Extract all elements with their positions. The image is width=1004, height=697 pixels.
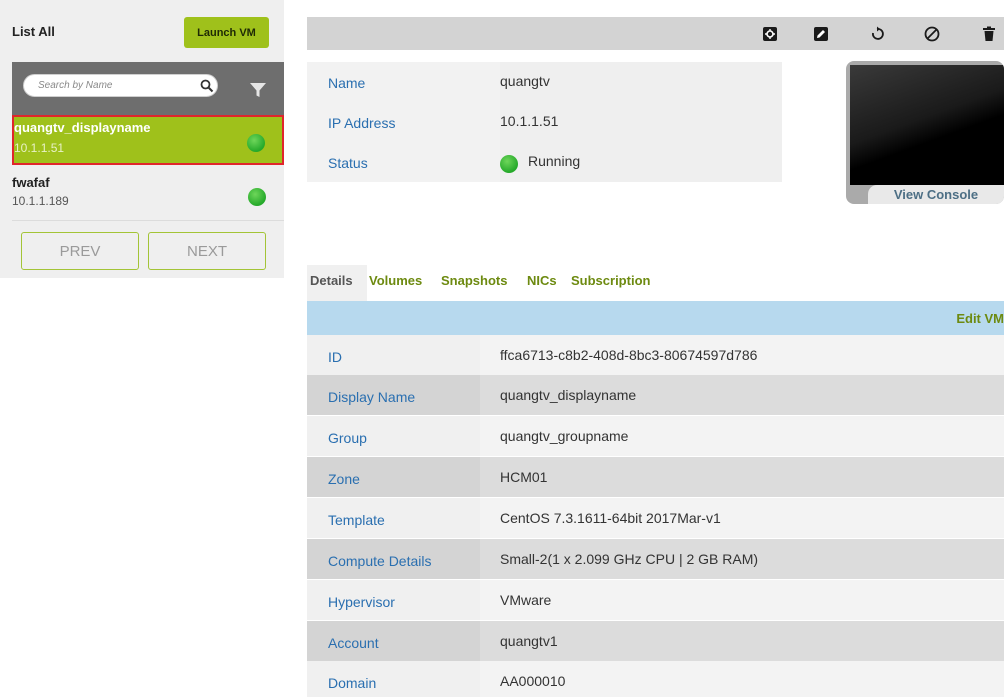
detail-row-group: Group quangtv_groupname xyxy=(307,416,1004,456)
detail-value: AA000010 xyxy=(500,673,566,689)
detail-value: ffca6713-c8b2-408d-8bc3-80674597d786 xyxy=(500,347,758,363)
detail-label: Domain xyxy=(328,675,377,691)
console-thumbnail[interactable]: View Console xyxy=(846,61,1004,204)
vm-list-item-selected[interactable]: quangtv_displayname 10.1.1.51 xyxy=(12,115,284,165)
detail-row-template: Template CentOS 7.3.1611-64bit 2017Mar-v… xyxy=(307,498,1004,538)
detail-row-hypervisor: Hypervisor VMware xyxy=(307,580,1004,620)
console-icon[interactable] xyxy=(761,25,779,43)
detail-value: quangtv_displayname xyxy=(500,387,637,403)
detail-label: Hypervisor xyxy=(328,594,395,610)
detail-row-zone: Zone HCM01 xyxy=(307,457,1004,497)
tab-details[interactable]: Details xyxy=(310,273,353,288)
detail-label: ID xyxy=(328,349,342,365)
summary-value-cell: 10.1.1.51 xyxy=(500,102,782,142)
detail-value-cell xyxy=(480,621,1004,661)
tab-volumes[interactable]: Volumes xyxy=(369,273,422,288)
search-bar xyxy=(12,62,284,115)
running-status-icon xyxy=(248,188,266,206)
vm-action-toolbar xyxy=(307,17,1004,50)
summary-ip-label: IP Address xyxy=(328,115,396,131)
detail-value: quangtv1 xyxy=(500,633,558,649)
detail-value: quangtv_groupname xyxy=(500,428,629,444)
list-all-title: List All xyxy=(12,24,55,39)
detail-label: Display Name xyxy=(328,389,416,405)
detail-value: HCM01 xyxy=(500,469,548,485)
summary-value-cell: Running xyxy=(500,142,782,182)
search-input[interactable] xyxy=(38,78,188,93)
detail-label: Template xyxy=(328,512,385,528)
vm-item-ip: 10.1.1.51 xyxy=(14,141,65,155)
vm-item-ip: 10.1.1.189 xyxy=(12,194,69,208)
vm-item-name: quangtv_displayname xyxy=(14,120,151,135)
edit-icon[interactable] xyxy=(812,25,830,43)
launch-vm-button[interactable]: Launch VM xyxy=(184,17,269,48)
detail-label: Account xyxy=(328,635,379,651)
vm-list-sidebar: List All Launch VM quangtv_displayname 1… xyxy=(0,0,284,278)
summary-ip-value: 10.1.1.51 xyxy=(500,113,559,129)
detail-row-id: ID ffca6713-c8b2-408d-8bc3-80674597d786 xyxy=(307,335,1004,375)
summary-name-label: Name xyxy=(328,75,366,91)
next-button[interactable]: NEXT xyxy=(148,232,266,270)
detail-row-display-name: Display Name quangtv_displayname xyxy=(307,375,1004,415)
vm-list-item[interactable]: fwafaf 10.1.1.189 xyxy=(12,171,284,221)
detail-label: Compute Details xyxy=(328,553,432,569)
reboot-icon[interactable] xyxy=(868,25,886,43)
prev-button[interactable]: PREV xyxy=(21,232,139,270)
details-header-bar: Edit VM xyxy=(307,301,1004,335)
detail-value: VMware xyxy=(500,592,552,608)
delete-icon[interactable] xyxy=(980,25,998,43)
running-status-icon xyxy=(247,134,265,152)
detail-value-cell xyxy=(480,580,1004,620)
summary-name-value: quangtv xyxy=(500,73,550,89)
search-icon[interactable] xyxy=(200,79,214,93)
summary-status-label: Status xyxy=(328,155,368,171)
tab-nics[interactable]: NICs xyxy=(527,273,557,288)
vm-item-name: fwafaf xyxy=(12,175,50,190)
running-status-icon xyxy=(500,155,518,173)
view-console-button[interactable]: View Console xyxy=(868,185,1004,204)
tab-snapshots[interactable]: Snapshots xyxy=(441,273,507,288)
summary-status-row: Status Running xyxy=(307,142,782,182)
detail-label: Zone xyxy=(328,471,360,487)
detail-value: Small-2(1 x 2.099 GHz CPU | 2 GB RAM) xyxy=(500,551,759,567)
summary-value-cell: quangtv xyxy=(500,62,782,102)
summary-ip-row: IP Address 10.1.1.51 xyxy=(307,102,782,142)
detail-row-domain: Domain AA000010 xyxy=(307,661,1004,697)
detail-value-cell xyxy=(480,457,1004,497)
summary-name-row: Name quangtv xyxy=(307,62,782,102)
filter-icon[interactable] xyxy=(248,80,268,100)
detail-row-compute-details: Compute Details Small-2(1 x 2.099 GHz CP… xyxy=(307,539,1004,579)
detail-tabs: Details Volumes Snapshots NICs Subscript… xyxy=(307,265,1004,301)
detail-label: Group xyxy=(328,430,367,446)
detail-value: CentOS 7.3.1611-64bit 2017Mar-v1 xyxy=(500,510,721,526)
tab-subscription[interactable]: Subscription xyxy=(571,273,650,288)
summary-status-value: Running xyxy=(528,153,581,169)
edit-vm-link[interactable]: Edit VM xyxy=(956,311,1004,326)
stop-icon[interactable] xyxy=(923,25,941,43)
console-screen xyxy=(850,65,1004,185)
detail-row-account: Account quangtv1 xyxy=(307,621,1004,661)
search-box xyxy=(23,74,218,97)
